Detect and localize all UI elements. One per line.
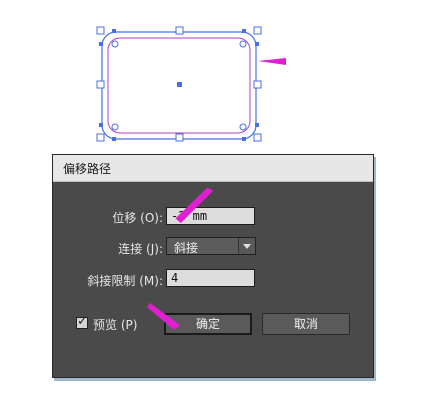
annotation-arrows [147, 187, 214, 330]
annotation-arrow-icon [175, 187, 214, 224]
annotation-arrow-icon [147, 303, 180, 330]
artboard[interactable] [0, 0, 426, 150]
selection-graphic [96, 26, 286, 142]
offset-path-dialog: 偏移路径 位移 (O): 连接 (J): 斜接 斜接限制 (M): ✓ 预览 (… [52, 154, 374, 378]
annotation-arrow-icon [258, 58, 286, 65]
center-point [177, 82, 182, 87]
